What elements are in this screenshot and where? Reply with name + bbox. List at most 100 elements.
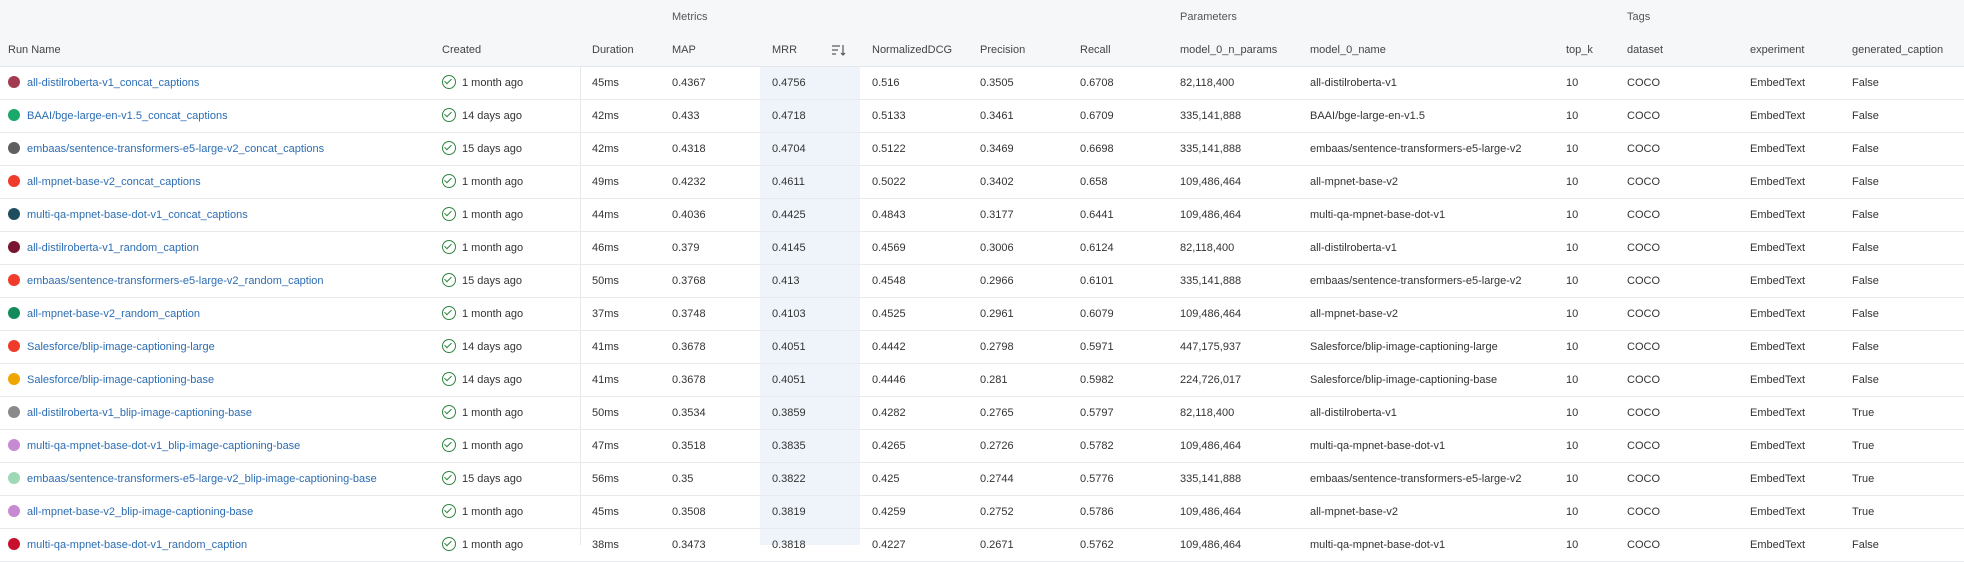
experiment-cell: EmbedText [1750,143,1806,155]
table-row[interactable]: multi-qa-mpnet-base-dot-v1_random_captio… [0,529,1964,562]
n-params-cell: 82,118,400 [1180,242,1235,254]
ndcg-cell: 0.4259 [872,506,906,518]
run-name-link[interactable]: embaas/sentence-transformers-e5-large-v2… [27,473,377,485]
generated-caption-cell: False [1852,209,1879,221]
header-map[interactable]: MAP [672,34,696,66]
run-name-link[interactable]: all-mpnet-base-v2_random_caption [27,308,200,320]
header-generated-caption[interactable]: generated_caption [1852,34,1943,66]
experiment-cell: EmbedText [1750,275,1806,287]
recall-cell: 0.5786 [1080,506,1114,518]
mrr-cell: 0.3819 [772,506,806,518]
mrr-cell: 0.4051 [772,341,806,353]
header-precision[interactable]: Precision [980,34,1025,66]
n-params-cell: 109,486,464 [1180,176,1242,188]
check-circle-icon [442,537,456,552]
header-dataset[interactable]: dataset [1627,34,1663,66]
table-row[interactable]: Salesforce/blip-image-captioning-base 14… [0,364,1964,397]
mrr-cell: 0.3822 [772,473,806,485]
table-row[interactable]: all-distilroberta-v1_blip-image-captioni… [0,397,1964,430]
precision-cell: 0.3006 [980,242,1014,254]
dataset-cell: COCO [1627,242,1660,254]
top-k-cell: 10 [1566,407,1579,419]
run-color-icon [8,142,20,155]
created-text: 15 days ago [462,275,522,287]
sort-descending-icon[interactable] [832,44,846,56]
run-name-link[interactable]: embaas/sentence-transformers-e5-large-v2… [27,275,324,287]
header-model-name[interactable]: model_0_name [1310,34,1386,66]
header-duration[interactable]: Duration [592,34,634,66]
created-cell: 1 month ago [442,298,523,330]
generated-caption-cell: True [1852,506,1875,518]
run-name-link[interactable]: all-distilroberta-v1_blip-image-captioni… [27,407,252,419]
header-normalized-dcg[interactable]: NormalizedDCG [872,34,952,66]
generated-caption-cell: False [1852,77,1879,89]
table-row[interactable]: embaas/sentence-transformers-e5-large-v2… [0,265,1964,298]
experiment-cell: EmbedText [1750,407,1806,419]
table-row[interactable]: embaas/sentence-transformers-e5-large-v2… [0,133,1964,166]
created-cell: 1 month ago [442,397,523,429]
table-row[interactable]: BAAI/bge-large-en-v1.5_concat_captions 1… [0,100,1964,133]
model-name-cell: all-distilroberta-v1 [1310,407,1397,419]
ndcg-cell: 0.4442 [872,341,906,353]
run-name-link[interactable]: all-distilroberta-v1_random_caption [27,242,199,254]
created-cell: 14 days ago [442,331,522,363]
duration-cell: 50ms [592,275,619,287]
run-name-cell: embaas/sentence-transformers-e5-large-v2… [8,463,433,495]
n-params-cell: 447,175,937 [1180,341,1242,353]
table-row[interactable]: all-distilroberta-v1_concat_captions 1 m… [0,67,1964,100]
run-name-link[interactable]: all-mpnet-base-v2_concat_captions [27,176,201,188]
run-color-icon [8,472,20,485]
model-name-cell: all-mpnet-base-v2 [1310,308,1399,320]
table-row[interactable]: all-mpnet-base-v2_random_caption 1 month… [0,298,1964,331]
ndcg-cell: 0.4548 [872,275,906,287]
run-color-icon [8,274,20,287]
header-recall[interactable]: Recall [1080,34,1111,66]
created-text: 14 days ago [462,374,522,386]
table-row[interactable]: all-distilroberta-v1_random_caption 1 mo… [0,232,1964,265]
table-row[interactable]: multi-qa-mpnet-base-dot-v1_concat_captio… [0,199,1964,232]
table-row[interactable]: all-mpnet-base-v2_blip-image-captioning-… [0,496,1964,529]
run-name-link[interactable]: BAAI/bge-large-en-v1.5_concat_captions [27,110,228,122]
header-run-name[interactable]: Run Name [8,34,61,66]
duration-cell: 42ms [592,143,619,155]
dataset-cell: COCO [1627,407,1660,419]
run-name-cell: all-mpnet-base-v2_random_caption [8,298,433,330]
model-name-cell: multi-qa-mpnet-base-dot-v1 [1310,440,1446,452]
check-circle-icon [442,141,456,156]
header-created[interactable]: Created [442,34,481,66]
header-experiment[interactable]: experiment [1750,34,1804,66]
run-name-link[interactable]: all-mpnet-base-v2_blip-image-captioning-… [27,506,253,518]
run-name-link[interactable]: all-distilroberta-v1_concat_captions [27,77,199,89]
table-row[interactable]: Salesforce/blip-image-captioning-large 1… [0,331,1964,364]
recall-cell: 0.5776 [1080,473,1114,485]
run-name-cell: all-mpnet-base-v2_blip-image-captioning-… [8,496,433,528]
run-name-link[interactable]: Salesforce/blip-image-captioning-large [27,341,215,353]
mrr-cell: 0.4704 [772,143,806,155]
experiment-cell: EmbedText [1750,308,1806,320]
generated-caption-cell: True [1852,440,1875,452]
header-mrr[interactable]: MRR [772,34,797,66]
check-circle-icon [442,240,456,255]
header-top-k[interactable]: top_k [1566,34,1593,66]
model-name-cell: all-mpnet-base-v2 [1310,506,1399,518]
map-cell: 0.379 [672,242,700,254]
run-name-link[interactable]: embaas/sentence-transformers-e5-large-v2… [27,143,324,155]
run-name-link[interactable]: multi-qa-mpnet-base-dot-v1_blip-image-ca… [27,440,300,452]
dataset-cell: COCO [1627,440,1660,452]
generated-caption-cell: False [1852,110,1879,122]
group-tags: Tags [1627,11,1651,23]
table-row[interactable]: multi-qa-mpnet-base-dot-v1_blip-image-ca… [0,430,1964,463]
group-parameters: Parameters [1180,11,1237,23]
run-name-cell: embaas/sentence-transformers-e5-large-v2… [8,265,433,297]
map-cell: 0.3508 [672,506,706,518]
created-cell: 1 month ago [442,199,523,231]
check-circle-icon [442,438,456,453]
table-row[interactable]: embaas/sentence-transformers-e5-large-v2… [0,463,1964,496]
precision-cell: 0.2961 [980,308,1014,320]
run-name-link[interactable]: multi-qa-mpnet-base-dot-v1_concat_captio… [27,209,248,221]
table-row[interactable]: all-mpnet-base-v2_concat_captions 1 mont… [0,166,1964,199]
run-name-link[interactable]: Salesforce/blip-image-captioning-base [27,374,214,386]
header-model-n-params[interactable]: model_0_n_params [1180,34,1277,66]
run-name-link[interactable]: multi-qa-mpnet-base-dot-v1_random_captio… [27,539,247,551]
recall-cell: 0.658 [1080,176,1108,188]
